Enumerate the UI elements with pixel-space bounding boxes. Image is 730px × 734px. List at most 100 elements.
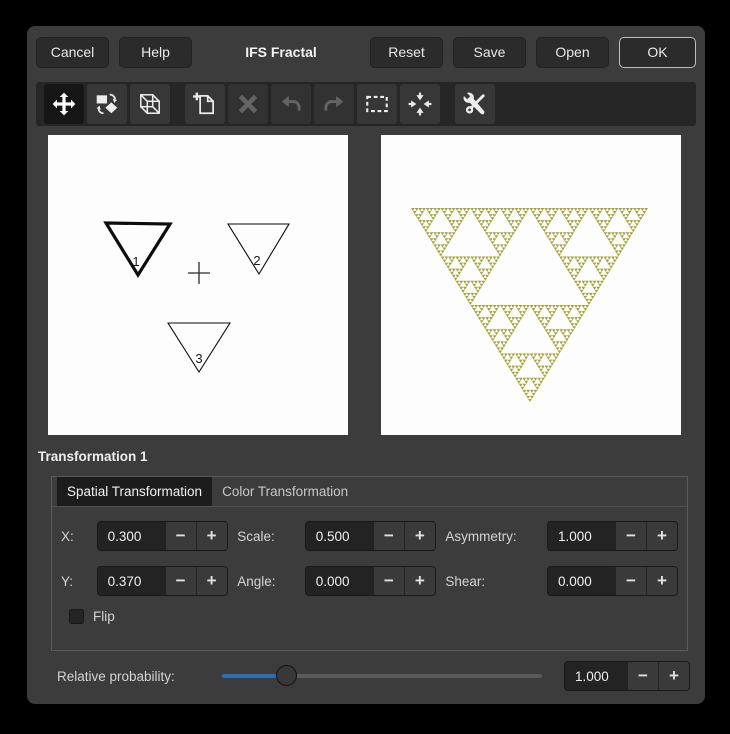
minus-icon: − — [626, 571, 636, 591]
angle-increment-button[interactable]: + — [404, 567, 435, 595]
toolbar-render-options-button[interactable] — [455, 84, 495, 124]
header-right-buttons: Reset Save Open OK — [370, 37, 696, 68]
plus-icon: + — [657, 571, 667, 591]
minus-icon: − — [638, 666, 648, 686]
scale-label: Scale: — [237, 529, 295, 544]
svg-text:1: 1 — [132, 254, 139, 269]
dialog-title: IFS Fractal — [192, 44, 370, 60]
ifs-triangles-canvas: 1 2 3 — [48, 135, 348, 435]
scale-increment-button[interactable]: + — [404, 522, 435, 550]
flip-checkbox[interactable] — [69, 609, 84, 624]
flip-label: Flip — [93, 609, 115, 624]
angle-label: Angle: — [237, 574, 295, 589]
y-spinbutton: 0.370 − + — [97, 566, 228, 596]
angle-decrement-button[interactable]: − — [373, 567, 404, 595]
svg-text:2: 2 — [253, 253, 260, 268]
plus-icon: + — [657, 526, 667, 546]
relative-probability-slider[interactable] — [222, 665, 542, 687]
shear-value-field[interactable]: 0.000 — [548, 567, 615, 595]
asymmetry-spinbutton: 1.000 − + — [547, 521, 678, 551]
minus-icon: − — [176, 526, 186, 546]
relative-probability-increment-button[interactable]: + — [658, 662, 689, 690]
relative-probability-row: Relative probability: 1.000 − + — [57, 659, 690, 693]
design-area-panel[interactable]: 1 2 3 — [48, 135, 348, 435]
open-button[interactable]: Open — [536, 37, 609, 68]
move-icon — [51, 91, 77, 117]
header-left-buttons: Cancel Help — [36, 37, 192, 68]
help-button[interactable]: Help — [119, 37, 192, 68]
toolbar-move-button[interactable] — [44, 84, 84, 124]
dialog-header: Cancel Help IFS Fractal Reset Save Open … — [27, 26, 705, 78]
select-all-icon — [364, 91, 390, 117]
save-button[interactable]: Save — [453, 37, 526, 68]
scale-value-field[interactable]: 0.500 — [306, 522, 373, 550]
delete-x-icon — [235, 91, 261, 117]
render-options-icon — [462, 91, 488, 117]
transformation-frame: Spatial Transformation Color Transformat… — [51, 476, 688, 651]
x-increment-button[interactable]: + — [196, 522, 227, 550]
relative-probability-label: Relative probability: — [57, 669, 202, 684]
minus-icon: − — [626, 526, 636, 546]
y-increment-button[interactable]: + — [196, 567, 227, 595]
plus-icon: + — [415, 571, 425, 591]
scale-spinbutton: 0.500 − + — [305, 521, 436, 551]
x-decrement-button[interactable]: − — [165, 522, 196, 550]
ifs-fractal-dialog: Cancel Help IFS Fractal Reset Save Open … — [27, 26, 705, 704]
stretch-icon — [137, 91, 163, 117]
y-label: Y: — [61, 574, 87, 589]
tab-color-transformation[interactable]: Color Transformation — [212, 477, 358, 506]
asymmetry-increment-button[interactable]: + — [646, 522, 677, 550]
shear-decrement-button[interactable]: − — [615, 567, 646, 595]
tab-bar: Spatial Transformation Color Transformat… — [52, 477, 687, 507]
plus-icon: + — [669, 666, 679, 686]
x-value-field[interactable]: 0.300 — [98, 522, 165, 550]
slider-handle[interactable] — [276, 665, 297, 686]
minus-icon: − — [384, 571, 394, 591]
toolbar-stretch-button[interactable] — [130, 84, 170, 124]
x-label: X: — [61, 529, 87, 544]
undo-icon — [278, 91, 304, 117]
flip-row: Flip — [69, 609, 687, 624]
shear-increment-button[interactable]: + — [646, 567, 677, 595]
relative-probability-decrement-button[interactable]: − — [627, 662, 658, 690]
minus-icon: − — [384, 526, 394, 546]
ok-button[interactable]: OK — [619, 37, 696, 68]
cancel-button[interactable]: Cancel — [36, 37, 109, 68]
toolbar-select-all-button[interactable] — [357, 84, 397, 124]
fractal-preview-panel — [381, 135, 681, 435]
reset-button[interactable]: Reset — [370, 37, 443, 68]
asymmetry-label: Asymmetry: — [445, 529, 537, 544]
plus-icon: + — [207, 526, 217, 546]
plus-icon: + — [207, 571, 217, 591]
x-spinbutton: 0.300 − + — [97, 521, 228, 551]
relative-probability-spinbutton: 1.000 − + — [564, 661, 690, 691]
y-value-field[interactable]: 0.370 — [98, 567, 165, 595]
new-document-icon — [192, 91, 218, 117]
relative-probability-value-field[interactable]: 1.000 — [565, 662, 627, 690]
toolbar — [36, 82, 696, 126]
asymmetry-value-field[interactable]: 1.000 — [548, 522, 615, 550]
toolbar-delete-transformation-button — [228, 84, 268, 124]
rotate-scale-icon — [94, 91, 120, 117]
angle-value-field[interactable]: 0.000 — [306, 567, 373, 595]
minus-icon: − — [176, 571, 186, 591]
spatial-fields: X: 0.300 − + Scale: 0.500 − + Asymmetry:… — [52, 507, 687, 596]
plus-icon: + — [415, 526, 425, 546]
toolbar-new-transformation-button[interactable] — [185, 84, 225, 124]
asymmetry-decrement-button[interactable]: − — [615, 522, 646, 550]
toolbar-recompute-center-button[interactable] — [400, 84, 440, 124]
tab-spatial-transformation[interactable]: Spatial Transformation — [57, 477, 212, 506]
toolbar-rotate-scale-button[interactable] — [87, 84, 127, 124]
toolbar-redo-button — [314, 84, 354, 124]
angle-spinbutton: 0.000 − + — [305, 566, 436, 596]
svg-text:3: 3 — [195, 351, 202, 366]
y-decrement-button[interactable]: − — [165, 567, 196, 595]
transformation-section-title: Transformation 1 — [38, 449, 148, 464]
shear-spinbutton: 0.000 − + — [547, 566, 678, 596]
redo-icon — [321, 91, 347, 117]
scale-decrement-button[interactable]: − — [373, 522, 404, 550]
shear-label: Shear: — [445, 574, 537, 589]
recompute-center-icon — [407, 91, 433, 117]
toolbar-undo-button — [271, 84, 311, 124]
sierpinski-fractal-image — [381, 135, 681, 435]
